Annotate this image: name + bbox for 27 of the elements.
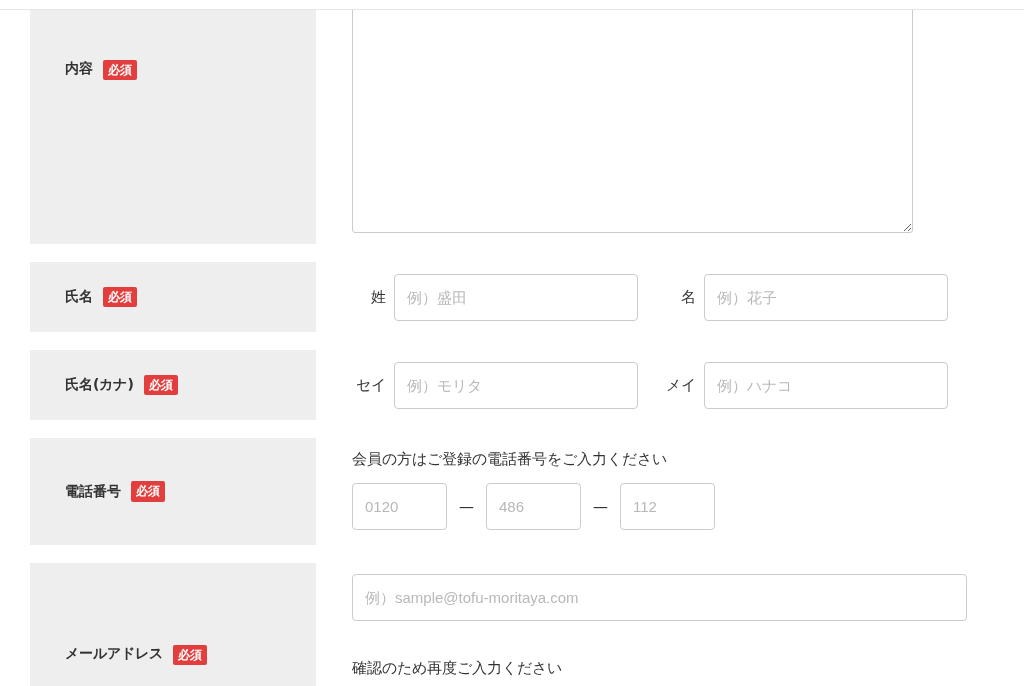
input-label: 姓 <box>371 287 386 307</box>
dash-separator: — <box>593 497 608 516</box>
input-field[interactable]: 例）盛田 <box>394 273 638 321</box>
input-field[interactable]: 例）sample@tofu-moritaya.com <box>352 574 967 621</box>
required-badge: 必須 <box>103 60 137 81</box>
field-label: 氏名(カナ) <box>65 376 134 394</box>
input-field[interactable]: 112 <box>620 483 715 530</box>
field-label: 内容 <box>65 60 93 78</box>
required-badge: 必須 <box>103 286 137 308</box>
input-label: セイ <box>356 375 386 395</box>
required-badge: 必須 <box>131 481 165 502</box>
field-label: 電話番号 <box>65 482 121 501</box>
input-label: 名 <box>681 287 696 307</box>
dash-separator: — <box>459 497 474 516</box>
helper-text: 会員の方はご登録の電話番号をご入力ください <box>352 450 668 469</box>
message-textarea[interactable] <box>352 10 913 233</box>
helper-text: 確認のため再度ご入力ください <box>352 659 563 678</box>
input-field[interactable]: 例）モリタ <box>394 361 638 409</box>
input-label: メイ <box>666 375 696 395</box>
input-field[interactable]: 例）ハナコ <box>704 361 948 409</box>
field-label: 氏名 <box>65 288 93 306</box>
input-field[interactable]: 0120 <box>352 483 447 530</box>
required-badge: 必須 <box>143 374 178 396</box>
required-badge: 必須 <box>173 645 207 666</box>
field-label: メールアドレス <box>65 645 163 663</box>
input-field[interactable]: 486 <box>486 483 581 530</box>
input-field[interactable]: 例）花子 <box>704 273 948 321</box>
